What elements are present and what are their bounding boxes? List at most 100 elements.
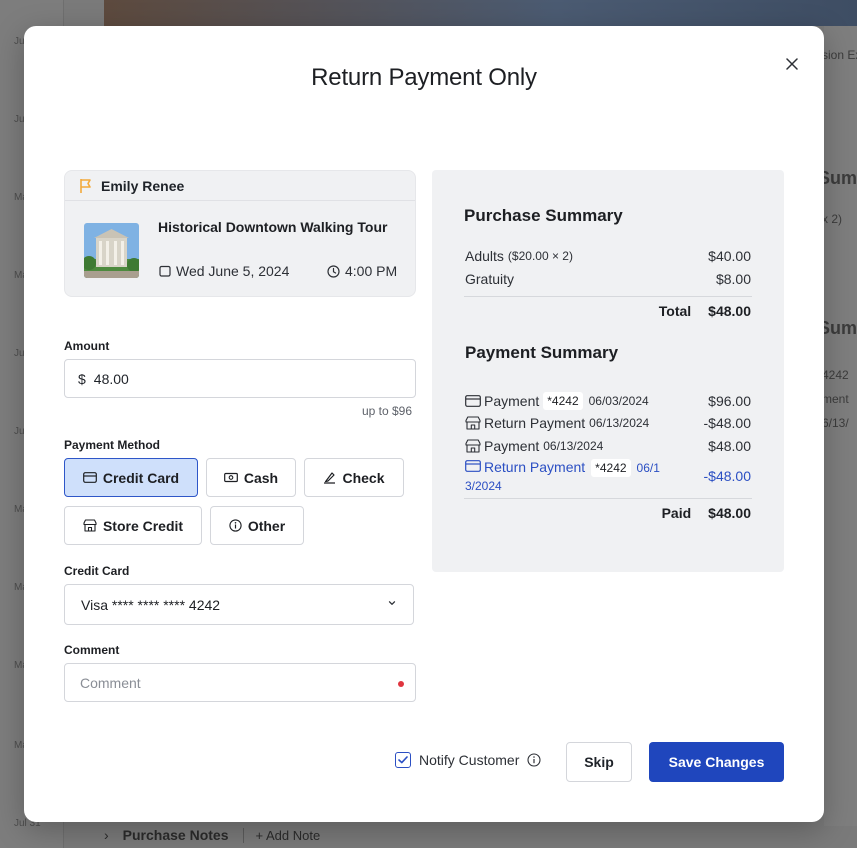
comment-label: Comment <box>64 643 120 657</box>
skip-button[interactable]: Skip <box>566 742 632 782</box>
cash-icon <box>223 472 238 483</box>
background-text: sion Ex <box>822 48 857 62</box>
payment-row-card: *4242 <box>543 392 583 410</box>
chevron-down-icon <box>388 601 396 605</box>
flag-icon <box>80 178 91 193</box>
tour-time: 4:00 PM <box>327 263 397 279</box>
save-changes-button[interactable]: Save Changes <box>649 742 784 782</box>
credit-card-icon <box>465 395 481 407</box>
summary-divider <box>464 296 752 297</box>
store-icon <box>465 416 481 430</box>
payment-row-return-card: Return Payment *4242 06/1 3/2024 -$48.00 <box>465 459 751 495</box>
close-icon <box>786 58 798 70</box>
payment-row: Payment *4242 06/03/2024 $96.00 <box>465 392 751 410</box>
tour-time-text: 4:00 PM <box>345 263 398 279</box>
purchase-item-label: Adults <box>465 248 504 264</box>
payment-row-label: Return Payment <box>484 415 586 431</box>
payment-method-cash[interactable]: Cash <box>206 458 296 497</box>
check-icon <box>324 472 336 484</box>
total-label: Total <box>658 303 692 319</box>
purchase-item-amount: $40.00 <box>708 248 751 264</box>
payment-method-check[interactable]: Check <box>304 458 404 497</box>
background-bottom-bar: › Purchase Notes + Add Note <box>104 822 604 848</box>
comment-input[interactable] <box>80 674 380 691</box>
payment-row-date: 06/03/2024 <box>588 394 649 408</box>
purchase-summary-title: Purchase Summary <box>464 206 623 225</box>
background-hero-image <box>104 0 857 26</box>
payment-row-date: 06/13/2024 <box>589 416 650 430</box>
purchase-item-label: Gratuity <box>465 271 515 287</box>
store-icon <box>83 519 97 532</box>
booking-card: Emily Renee Historical Downtown Walking … <box>64 170 416 297</box>
required-indicator <box>398 681 404 687</box>
credit-card-icon <box>465 460 481 472</box>
notify-customer-label: Notify Customer <box>419 752 520 768</box>
purchase-item-amount: $8.00 <box>715 271 751 287</box>
payment-row-return-card-info: Return Payment *4242 06/1 3/2024 <box>465 459 685 495</box>
payment-method-label-text: Credit Card <box>102 469 180 486</box>
close-button[interactable] <box>782 54 802 74</box>
payment-row: Payment 06/13/2024 $48.00 <box>465 438 751 454</box>
clock-icon <box>327 264 340 278</box>
payment-summary-title: Payment Summary <box>465 343 619 362</box>
summary-panel: Purchase Summary Adults ($20.00 × 2) $40… <box>432 170 784 572</box>
background-text: x 2) <box>822 212 843 226</box>
amount-input[interactable]: $ 48.00 <box>64 359 416 398</box>
info-icon <box>229 519 242 532</box>
payment-method-label: Payment Method <box>64 438 161 452</box>
credit-card-icon <box>82 472 97 483</box>
credit-card-label: Credit Card <box>64 564 130 578</box>
return-payment-modal: Return Payment Only Emily Renee Historic… <box>24 26 824 822</box>
currency-symbol: $ <box>78 370 86 387</box>
background-add-note-label: Add Note <box>266 827 321 843</box>
booking-customer-header: Emily Renee <box>65 171 415 201</box>
comment-field[interactable] <box>64 663 416 702</box>
payment-method-credit-card[interactable]: Credit Card <box>64 458 198 497</box>
paid-row: Paid $48.00 <box>465 505 751 521</box>
checkmark-icon <box>398 756 408 764</box>
purchase-item-detail: ($20.00 × 2) <box>507 249 573 263</box>
notify-customer-checkbox[interactable] <box>395 752 411 768</box>
purchase-item-adults: Adults ($20.00 × 2) $40.00 <box>465 248 751 264</box>
summary-divider <box>464 498 752 499</box>
tour-name: Historical Downtown Walking Tour <box>158 219 388 235</box>
credit-card-select-value: Visa **** **** **** 4242 <box>81 596 221 613</box>
amount-value[interactable]: 48.00 <box>94 371 129 387</box>
payment-row-label: Return Payment <box>484 459 586 475</box>
credit-card-select[interactable]: Visa **** **** **** 4242 <box>64 584 414 625</box>
tour-thumbnail <box>84 223 139 278</box>
calendar-icon <box>159 265 171 277</box>
payment-method-label-text: Store Credit <box>102 517 184 534</box>
payment-row-date: 06/13/2024 <box>543 439 604 453</box>
paid-amount: $48.00 <box>708 505 751 521</box>
payment-row-card: *4242 <box>591 459 631 477</box>
payment-method-label-text: Other <box>247 517 286 534</box>
payment-row-date-part2: 3/2024 <box>465 479 502 493</box>
tour-date: Wed June 5, 2024 <box>159 263 289 279</box>
background-add-note: + Add Note <box>242 827 321 843</box>
payment-row-amount: -$48.00 <box>703 415 751 431</box>
payment-row-label: Payment <box>484 393 540 409</box>
modal-title: Return Payment Only <box>311 64 537 91</box>
payment-row-label: Payment <box>484 438 540 454</box>
payment-row-date-part1: 06/1 <box>636 461 660 475</box>
payment-method-other[interactable]: Other <box>210 506 304 545</box>
customer-name: Emily Renee <box>101 177 185 194</box>
purchase-total-row: Total $48.00 <box>465 303 751 319</box>
payment-method-label-text: Check <box>342 469 385 486</box>
payment-row-amount: $96.00 <box>708 393 751 409</box>
payment-row-amount: $48.00 <box>708 438 751 454</box>
background-text: ment <box>822 392 849 406</box>
payment-method-label-text: Cash <box>243 469 279 486</box>
amount-label: Amount <box>64 339 110 353</box>
chevron-right-icon: › <box>104 827 109 843</box>
payment-row: Return Payment 06/13/2024 -$48.00 <box>465 415 751 431</box>
info-icon[interactable] <box>527 753 541 767</box>
notify-customer[interactable]: Notify Customer <box>395 752 541 768</box>
store-icon <box>465 439 481 453</box>
amount-hint: up to $96 <box>361 404 412 418</box>
paid-label: Paid <box>661 505 692 521</box>
purchase-item-gratuity: Gratuity $8.00 <box>465 271 751 287</box>
payment-row-amount: -$48.00 <box>703 468 751 484</box>
payment-method-store-credit[interactable]: Store Credit <box>64 506 202 545</box>
